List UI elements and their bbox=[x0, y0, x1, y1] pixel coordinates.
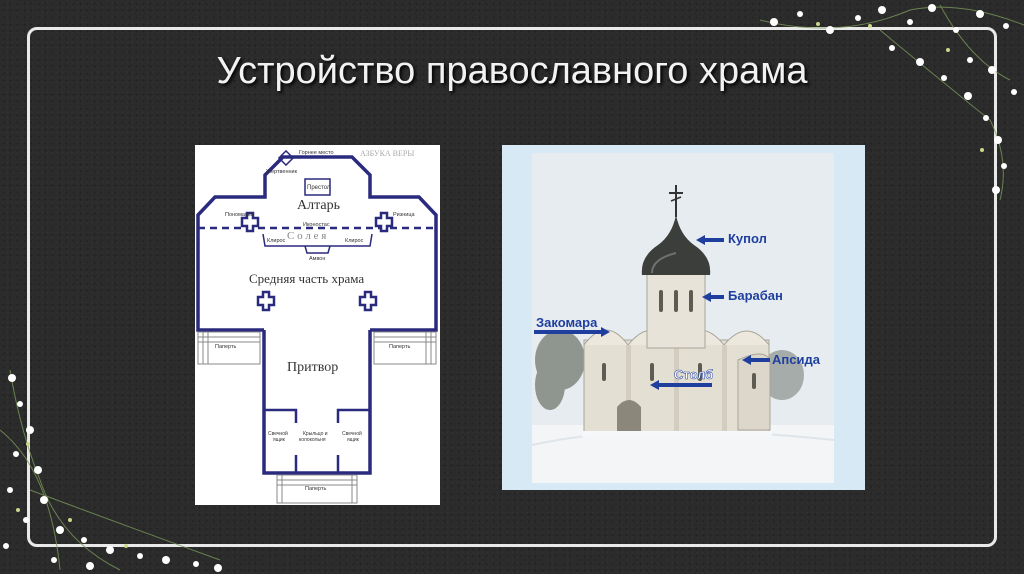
label-paperti-right: Паперть bbox=[389, 344, 411, 350]
label-kliros-right: Клирос bbox=[345, 238, 364, 244]
label-stolb: Столб bbox=[674, 367, 713, 382]
label-pritvor: Притвор bbox=[287, 360, 338, 375]
label-soleya: С о л е я bbox=[287, 230, 326, 242]
label-ponomarka: Пономарка bbox=[225, 212, 255, 218]
label-svechnoy-right: Свечной ящик bbox=[342, 430, 363, 443]
church-photo: Купол Барабан Закомара Апсида Столб bbox=[502, 145, 865, 490]
label-baraban: Барабан bbox=[728, 288, 783, 303]
label-amvon: Амвон bbox=[309, 256, 325, 262]
label-apsida: Апсида bbox=[772, 352, 821, 367]
church-photo-svg: Купол Барабан Закомара Апсида Столб bbox=[531, 153, 835, 483]
label-ikonostas: Иконостас bbox=[303, 222, 330, 228]
label-zakomara: Закомара bbox=[536, 315, 598, 330]
label-prestol: Престол bbox=[307, 185, 331, 191]
floor-plan-svg: АЗБУКА ВЕРЫ Горнее место Жертвенник Прес… bbox=[196, 149, 438, 504]
label-gornee-mesto: Горнее место bbox=[299, 150, 334, 156]
label-watermark: АЗБУКА ВЕРЫ bbox=[360, 149, 414, 158]
label-altar: Алтарь bbox=[297, 198, 340, 213]
label-kliros-left: Клирос bbox=[267, 238, 286, 244]
label-kupol: Купол bbox=[728, 231, 767, 246]
label-svechnoy-left: Свечной ящик bbox=[268, 430, 289, 443]
label-paperti-bottom: Паперть bbox=[305, 486, 327, 492]
slide-title: Устройство православного храма bbox=[216, 50, 808, 92]
label-krylco: Крыльцо и колокольня bbox=[299, 431, 329, 443]
label-riznitsa: Ризница bbox=[393, 212, 416, 218]
label-paperti-left: Паперть bbox=[215, 344, 237, 350]
church-floor-plan: АЗБУКА ВЕРЫ Горнее место Жертвенник Прес… bbox=[195, 145, 440, 505]
label-middle-part: Средняя часть храма bbox=[249, 271, 364, 286]
label-zhertvennik: Жертвенник bbox=[266, 169, 298, 175]
